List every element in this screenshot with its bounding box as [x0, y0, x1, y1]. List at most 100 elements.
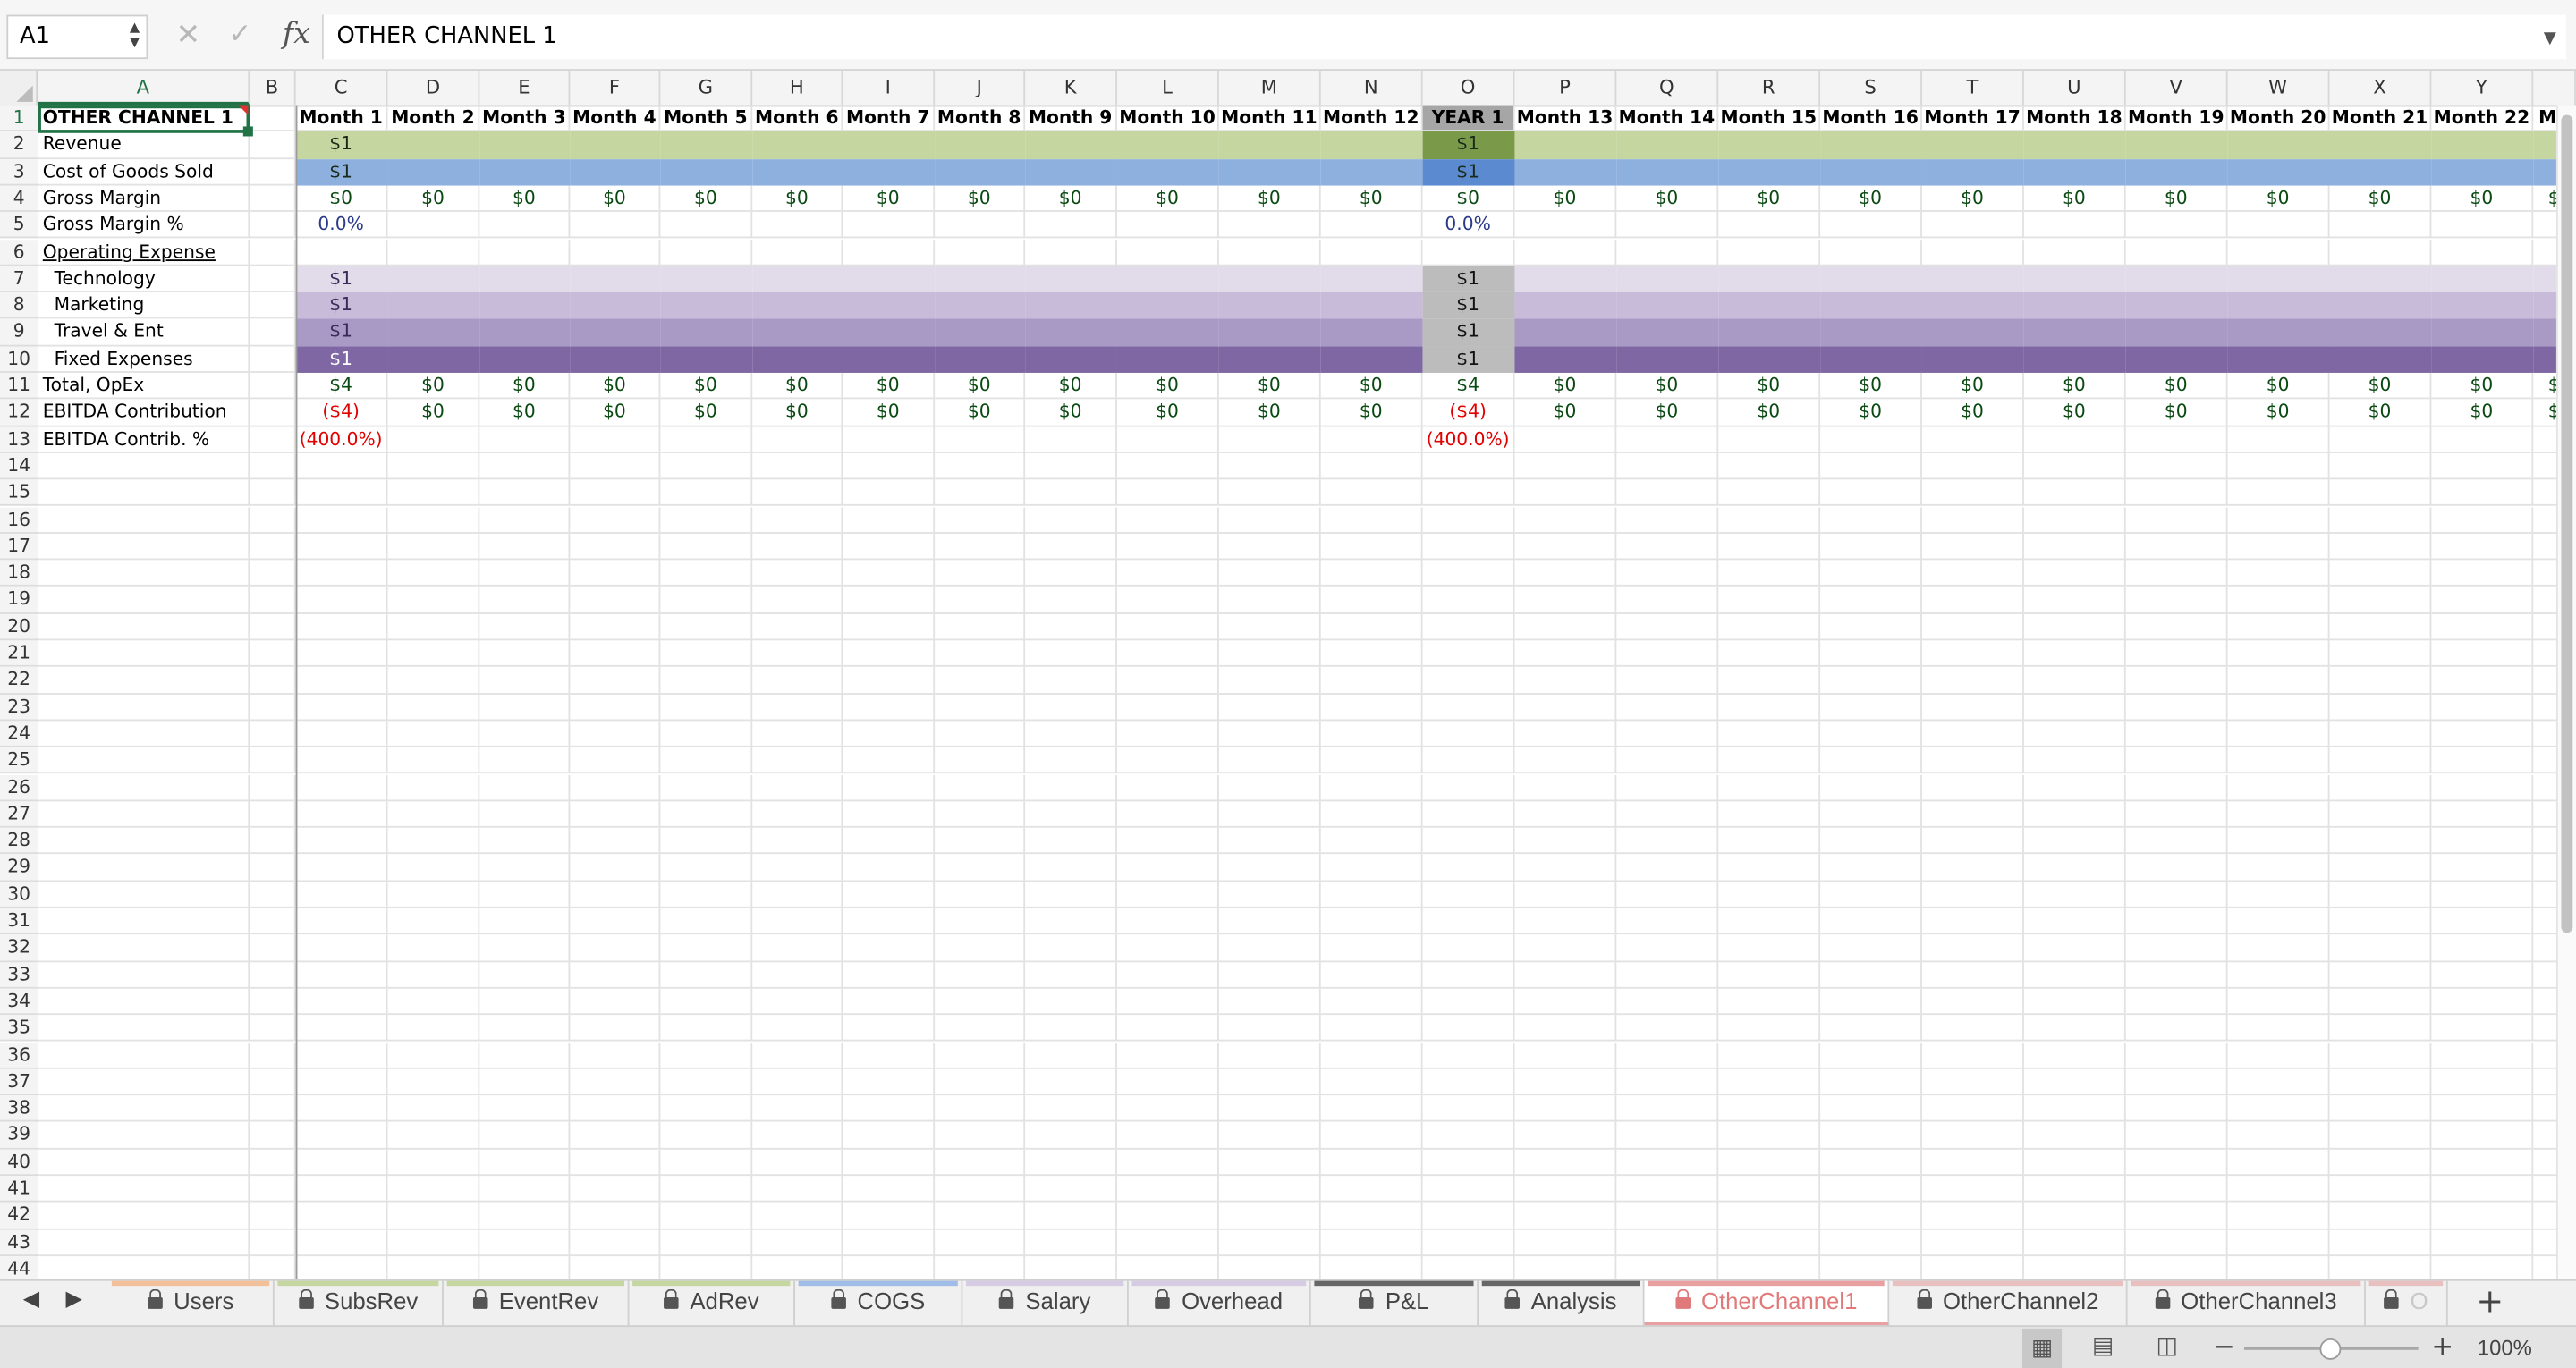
cell[interactable]: Month 3 [479, 105, 571, 132]
cell[interactable] [1320, 292, 1423, 320]
cell[interactable] [1921, 266, 2024, 293]
cell[interactable] [2125, 908, 2228, 935]
cell[interactable] [1718, 721, 1821, 748]
row-header[interactable]: 43 [0, 1229, 38, 1256]
cell[interactable] [1921, 961, 2024, 989]
cell[interactable]: Month 5 [660, 105, 753, 132]
cell[interactable] [1320, 479, 1423, 507]
cell[interactable] [1320, 1229, 1423, 1256]
cell[interactable] [1422, 1015, 1515, 1043]
cell[interactable] [1718, 613, 1821, 641]
cell[interactable]: Month 20 [2227, 105, 2330, 132]
row-header[interactable]: 1 [0, 105, 38, 132]
cell[interactable] [2227, 587, 2330, 614]
cell[interactable] [1820, 239, 1922, 266]
cell[interactable] [752, 266, 843, 293]
cell[interactable] [1025, 239, 1117, 266]
cell[interactable] [1116, 854, 1219, 882]
cell[interactable] [752, 239, 843, 266]
cell[interactable] [570, 988, 661, 1016]
cell[interactable] [843, 1203, 936, 1229]
cell[interactable] [1514, 721, 1617, 748]
cell[interactable] [479, 131, 571, 159]
cell[interactable] [2329, 506, 2432, 534]
cell[interactable] [295, 988, 388, 1016]
cell[interactable] [1116, 613, 1219, 641]
cell[interactable] [250, 560, 296, 587]
cell[interactable] [1514, 1203, 1617, 1229]
cell[interactable] [1422, 854, 1515, 882]
cell[interactable] [1921, 560, 2024, 587]
cell[interactable] [752, 452, 843, 480]
row-header[interactable]: 16 [0, 506, 38, 534]
cell[interactable] [1616, 1149, 1719, 1177]
cell[interactable] [2227, 613, 2330, 641]
cell[interactable] [2431, 854, 2534, 882]
cell[interactable] [1921, 452, 2024, 480]
cell[interactable] [387, 1176, 480, 1203]
cell[interactable] [935, 934, 1026, 962]
column-header[interactable]: V [2126, 70, 2228, 106]
cell[interactable] [660, 667, 753, 695]
cell[interactable] [2431, 961, 2534, 989]
zoom-out-icon[interactable]: − [2213, 1330, 2235, 1362]
cell[interactable] [295, 961, 388, 989]
cell[interactable] [250, 640, 296, 668]
cell[interactable] [2125, 881, 2228, 908]
cell[interactable] [843, 426, 936, 453]
cell[interactable] [843, 613, 936, 641]
cell[interactable] [387, 239, 480, 266]
cell[interactable] [295, 1068, 388, 1096]
cell[interactable] [843, 961, 936, 989]
cell[interactable] [250, 800, 296, 828]
cell[interactable] [2227, 961, 2330, 989]
cell[interactable] [1718, 988, 1821, 1016]
cell[interactable] [752, 131, 843, 159]
cell[interactable] [2329, 479, 2432, 507]
cell[interactable] [2329, 1068, 2432, 1096]
row-header[interactable]: 27 [0, 800, 38, 828]
cell[interactable] [843, 239, 936, 266]
cell[interactable]: $0 [2125, 372, 2228, 400]
cell[interactable] [752, 854, 843, 882]
cell[interactable] [2329, 640, 2432, 668]
cell[interactable] [1921, 1176, 2024, 1203]
cell[interactable] [843, 319, 936, 346]
cell[interactable] [1616, 961, 1719, 989]
cell[interactable] [935, 426, 1026, 453]
cell[interactable] [2431, 694, 2534, 722]
cell[interactable] [1616, 426, 1719, 453]
cell[interactable] [38, 827, 250, 855]
cell[interactable] [1025, 988, 1117, 1016]
cell[interactable] [1218, 1095, 1321, 1123]
cell[interactable] [1218, 479, 1321, 507]
cell[interactable] [660, 587, 753, 614]
row-header[interactable]: 9 [0, 319, 38, 346]
cell[interactable] [935, 1149, 1026, 1177]
cell[interactable] [2329, 694, 2432, 722]
cell[interactable] [1116, 239, 1219, 266]
cell[interactable] [2227, 345, 2330, 373]
cell[interactable] [570, 1176, 661, 1203]
cell[interactable] [935, 747, 1026, 774]
cell[interactable] [1514, 988, 1617, 1016]
cell[interactable] [1218, 319, 1321, 346]
cell[interactable] [1921, 506, 2024, 534]
cell[interactable] [752, 426, 843, 453]
cell[interactable] [935, 908, 1026, 935]
cell[interactable]: $0 [1718, 399, 1821, 426]
row-header[interactable]: 40 [0, 1149, 38, 1177]
cell[interactable] [295, 774, 388, 801]
sheet-tab-salary[interactable]: Salary [962, 1280, 1129, 1328]
cell[interactable]: $0 [843, 399, 936, 426]
cell[interactable] [2023, 1149, 2126, 1177]
cell[interactable] [38, 667, 250, 695]
cell[interactable] [250, 961, 296, 989]
cell[interactable] [1116, 131, 1219, 159]
cell[interactable] [2023, 479, 2126, 507]
cell[interactable] [479, 721, 571, 748]
cell[interactable] [843, 1068, 936, 1096]
cell[interactable] [1116, 694, 1219, 722]
cell[interactable] [1718, 827, 1821, 855]
cell[interactable] [2023, 854, 2126, 882]
